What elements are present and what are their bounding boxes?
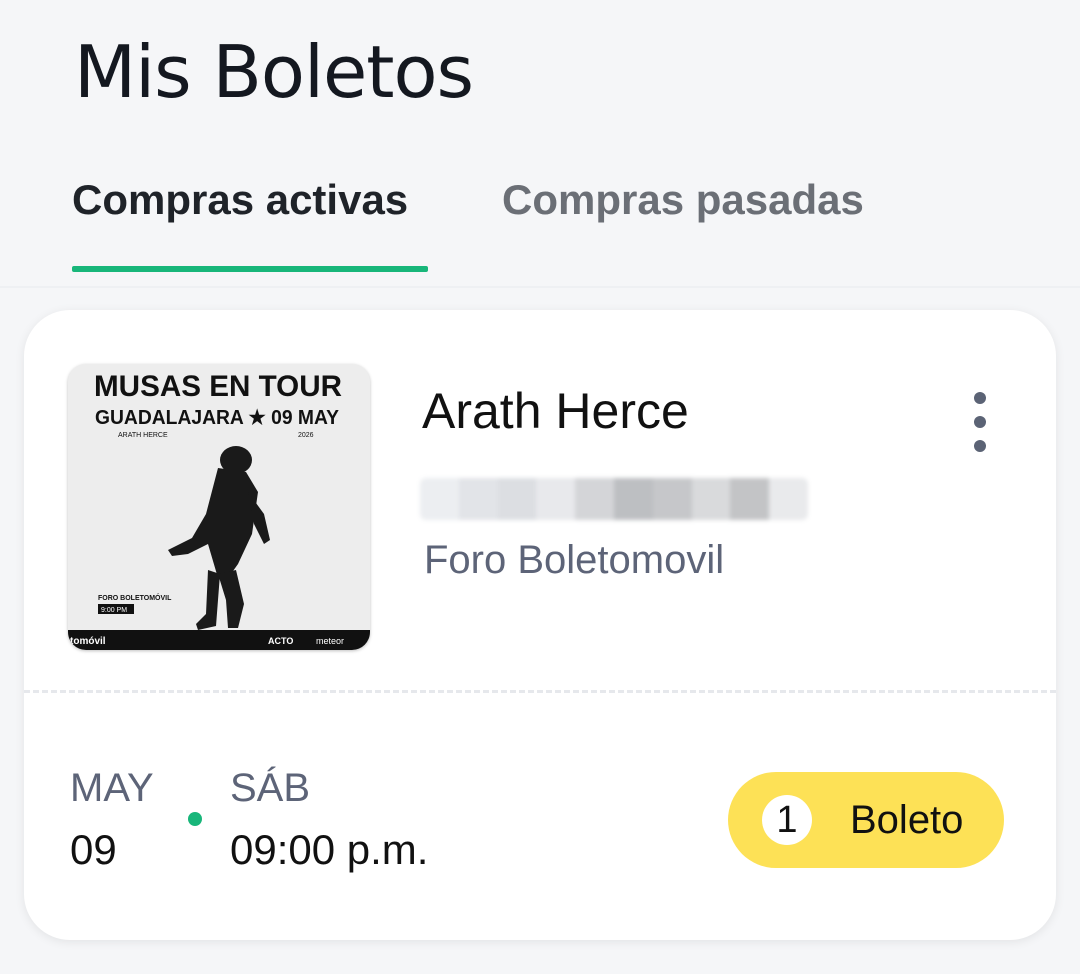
poster-artist: ARATH HERCE: [118, 432, 168, 439]
ticket-count-button[interactable]: 1 Boleto: [728, 772, 1004, 868]
event-time: 09:00 p.m.: [230, 826, 429, 873]
event-weekday: SÁB: [230, 766, 311, 810]
poster-year: 2026: [298, 432, 314, 439]
ticket-card[interactable]: MUSAS EN TOUR GUADALAJARA ★ 09 MAY ARATH…: [24, 310, 1056, 940]
event-title: Arath Herce: [422, 383, 689, 439]
poster-brand-meteor: meteor: [316, 636, 344, 646]
poster-brand-left: tomóvil: [70, 636, 106, 647]
ticket-count-badge: 1: [762, 795, 812, 845]
tab-compras-activas[interactable]: Compras activas: [72, 176, 408, 224]
tab-bar: Compras activas Compras pasadas: [0, 170, 1080, 290]
page-title: Mis Boletos: [74, 30, 474, 114]
poster-brand-acto: ACTO: [268, 636, 293, 646]
redacted-text: [420, 478, 808, 520]
event-month: MAY: [70, 766, 154, 810]
event-poster: MUSAS EN TOUR GUADALAJARA ★ 09 MAY ARATH…: [68, 364, 370, 650]
event-day: 09: [70, 826, 117, 873]
separator-dot: [188, 812, 202, 826]
poster-headline: MUSAS EN TOUR: [94, 370, 342, 403]
poster-venue: FORO BOLETOMÓVIL: [98, 593, 172, 602]
tab-compras-pasadas[interactable]: Compras pasadas: [502, 176, 864, 224]
kebab-menu-icon[interactable]: [960, 392, 1000, 452]
poster-time: 9:00 PM: [101, 607, 127, 614]
header-divider: [0, 286, 1080, 288]
poster-subline: GUADALAJARA ★ 09 MAY: [95, 407, 340, 429]
ticket-label: Boleto: [850, 797, 964, 842]
card-divider: [24, 690, 1056, 693]
event-venue: Foro Boletomovil: [424, 538, 725, 582]
active-tab-indicator: [72, 266, 428, 272]
